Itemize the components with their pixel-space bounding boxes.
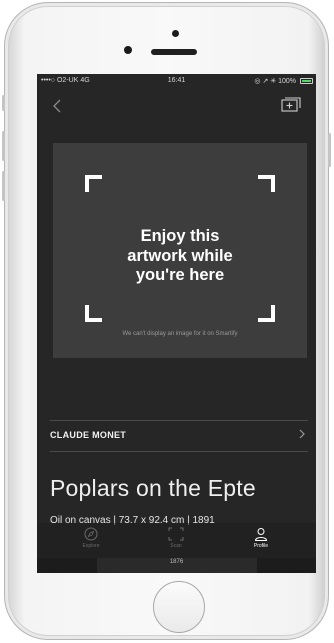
tab-bar: Explore Scan Profile (37, 523, 316, 558)
artwork-placeholder: Enjoy this artwork while you're here We … (53, 143, 307, 358)
earpiece-speaker (151, 49, 197, 55)
status-indicators: ◎ ↗ ✳ 100% (254, 78, 296, 85)
front-camera (172, 30, 179, 37)
power-button (328, 133, 331, 167)
tab-explore[interactable]: Explore (51, 523, 131, 558)
status-bar: ••••○ O2-UK 4G 16:41 ◎ ↗ ✳ 100% (37, 74, 316, 88)
volume-up-button (2, 131, 5, 161)
artist-link[interactable]: CLAUDE MONET (50, 422, 308, 450)
placeholder-line-2: artwork while (127, 246, 233, 265)
tab-profile-label: Profile (253, 543, 269, 549)
back-chevron-icon[interactable] (50, 98, 66, 114)
home-button[interactable] (153, 581, 205, 633)
frame-corner-icon (258, 175, 275, 192)
tab-profile[interactable]: Profile (221, 523, 301, 558)
person-icon (254, 528, 268, 541)
artist-name: CLAUDE MONET (50, 430, 127, 440)
frame-corner-icon (85, 305, 102, 322)
placeholder-line-1: Enjoy this (140, 227, 220, 245)
add-to-collection-icon[interactable] (281, 96, 303, 114)
placeholder-message: Enjoy this artwork while you're here (53, 227, 307, 286)
tab-scan[interactable]: Scan (136, 523, 216, 558)
compass-icon (84, 527, 98, 541)
frame-corner-icon (258, 305, 275, 322)
tab-scan-label: Scan (170, 543, 182, 549)
frame-corner-icon (85, 175, 102, 192)
chevron-right-icon (299, 429, 305, 439)
placeholder-note: We can't display an image for it on Smar… (122, 331, 238, 337)
next-artwork-year: 1876 (169, 559, 184, 565)
tab-explore-label: Explore (82, 543, 100, 549)
proximity-sensor (124, 46, 132, 54)
scan-frame-icon (168, 527, 184, 541)
volume-down-button (2, 171, 5, 201)
artwork-title: Poplars on the Epte (50, 475, 256, 501)
battery-icon (300, 78, 313, 84)
placeholder-line-3: you're here (135, 266, 225, 284)
next-artwork-peek: 1876 (37, 558, 316, 573)
app-screen: ••••○ O2-UK 4G 16:41 ◎ ↗ ✳ 100% Enjoy th… (37, 74, 316, 573)
divider (50, 451, 308, 452)
mute-switch (2, 95, 5, 111)
divider (50, 420, 308, 421)
